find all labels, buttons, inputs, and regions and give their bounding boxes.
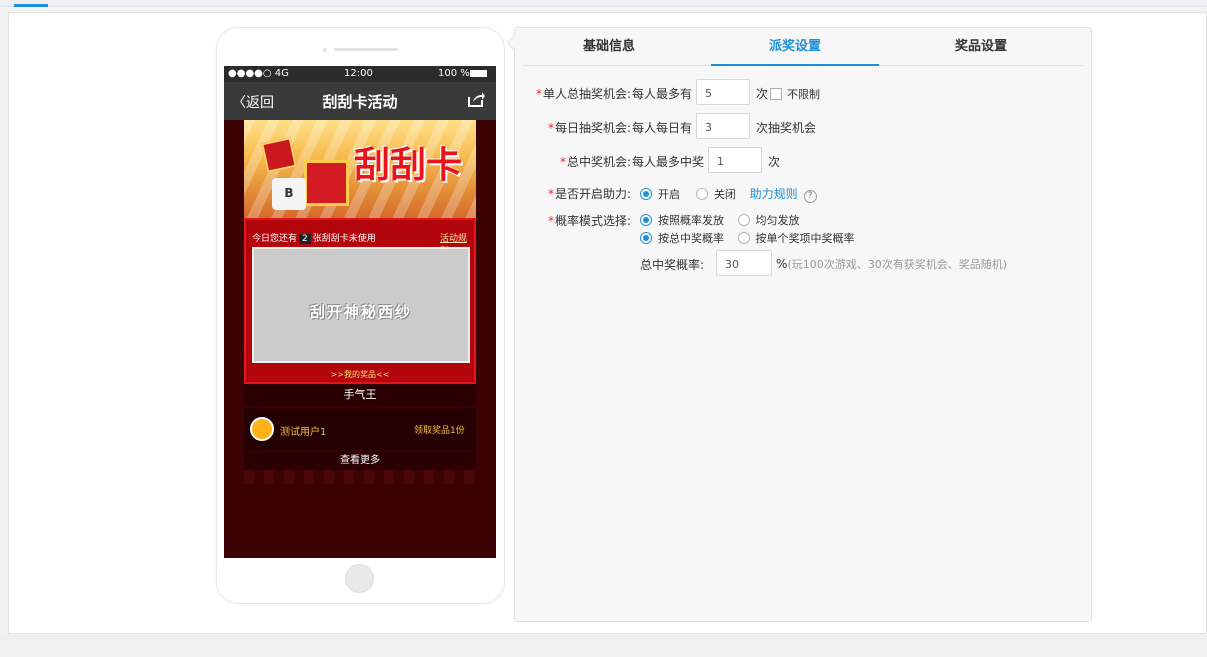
- view-more-button[interactable]: 查看更多: [244, 451, 476, 470]
- assist-label: *是否开启助力:: [548, 187, 632, 201]
- phone-camera: [323, 48, 327, 52]
- phone-navbar: 〈返回 刮刮卡活动: [224, 82, 496, 120]
- carrier-signal: ●●●●○ 4G: [228, 68, 289, 79]
- assist-options: 开启 关闭 助力规则?: [640, 185, 817, 203]
- daily-chance-input[interactable]: 3: [696, 113, 750, 139]
- phone-home-button: [345, 564, 374, 593]
- assist-off-label: 关闭: [713, 188, 736, 201]
- scratch-hint: 刮开神秘西纱: [309, 303, 412, 321]
- prob-mode-radio-rate[interactable]: [640, 214, 652, 226]
- activity-banner: B 刮刮卡: [244, 120, 476, 218]
- battery-icon: [470, 70, 487, 77]
- total-chance-unit: 次: [756, 87, 769, 101]
- winner-name: 测试用户1: [280, 427, 327, 438]
- daily-chance-label: *每日抽奖机会:: [548, 121, 632, 135]
- phone-speaker: [334, 48, 398, 51]
- remaining-suffix: 张刮刮卡未使用: [312, 234, 376, 244]
- total-win-prefix: 每人最多中奖: [632, 155, 705, 169]
- winner-prize: 领取奖品1份: [414, 426, 465, 436]
- tab-basic-info[interactable]: 基础信息: [523, 36, 695, 66]
- activity-title: 刮刮卡活动: [322, 93, 398, 111]
- total-win-label-text: 总中奖机会:: [567, 155, 632, 169]
- prob-mode-radio-single[interactable]: [737, 232, 750, 244]
- prob-mode-total-label: 按总中奖概率: [658, 232, 724, 245]
- daily-chance-label-text: 每日抽奖机会:: [555, 121, 632, 135]
- unlimited-checkbox[interactable]: [770, 88, 783, 100]
- daily-chance-prefix: 每人每日有: [632, 121, 693, 135]
- prob-mode-single-label: 按单个奖项中奖概率: [755, 232, 855, 245]
- total-win-label: *总中奖机会:: [560, 155, 632, 169]
- remaining-count: 2: [299, 234, 311, 244]
- decor-band: [244, 470, 476, 484]
- total-prob-label: 总中奖概率:: [640, 258, 705, 272]
- remaining-info: 今日您还有 2 张刮刮卡未使用: [252, 231, 376, 244]
- mug-icon: B: [272, 178, 306, 210]
- banner-title: 刮刮卡: [354, 144, 463, 186]
- avatar: [250, 417, 274, 441]
- assist-on-label: 开启: [658, 188, 680, 201]
- tab-prize-settings[interactable]: 奖品设置: [895, 36, 1067, 66]
- gift-box-large-icon: [304, 160, 349, 206]
- top-bar: [0, 0, 1207, 7]
- settings-panel: [514, 27, 1092, 622]
- tab-award-settings[interactable]: 派奖设置: [711, 36, 879, 66]
- total-chance-unit-group: 次 不限制: [756, 85, 820, 102]
- prob-mode-radio-even[interactable]: [737, 214, 750, 226]
- total-chance-label-text: 单人总抽奖机会:: [543, 87, 632, 101]
- status-time: 12:00: [344, 68, 373, 79]
- total-prob-input[interactable]: 30: [716, 250, 772, 276]
- total-win-unit: 次: [768, 155, 781, 169]
- total-chance-label: *单人总抽奖机会:: [536, 87, 632, 101]
- prob-mode-label: *概率模式选择:: [548, 214, 632, 228]
- assist-rules-link[interactable]: 助力规则: [750, 187, 798, 201]
- help-icon[interactable]: ?: [803, 190, 817, 203]
- status-bar: ●●●●○ 4G 12:00 100 %: [224, 66, 496, 82]
- gift-box-icon: [261, 137, 297, 173]
- share-icon[interactable]: [467, 91, 485, 111]
- battery-percent: 100 %: [438, 68, 470, 79]
- prob-mode-even-label: 均匀发放: [755, 214, 800, 227]
- total-chance-input[interactable]: 5: [696, 79, 750, 105]
- settings-tabs: 基础信息 派奖设置 奖品设置: [523, 36, 1083, 66]
- top-tab-indicator: [14, 4, 48, 7]
- prob-mode-label-text: 概率模式选择:: [555, 214, 632, 228]
- prob-mode-rate-label: 按照概率发放: [658, 214, 724, 227]
- prob-mode-options-2: 按总中奖概率 按单个奖项中奖概率: [640, 230, 855, 246]
- prob-mode-radio-total[interactable]: [640, 232, 652, 244]
- scratch-surface[interactable]: 刮开神秘西纱: [252, 247, 470, 363]
- prob-mode-options-1: 按照概率发放 均匀发放: [640, 212, 800, 228]
- scratch-card-area: 今日您还有2张刮刮卡未使用 活动规则 刮开神秘西纱 >>我的奖品<<: [244, 218, 476, 384]
- assist-label-text: 是否开启助力:: [555, 187, 632, 201]
- total-chance-prefix: 每人最多有: [632, 87, 693, 101]
- phone-screen: ●●●●○ 4G 12:00 100 % 〈返回 刮刮卡活动 B 刮刮卡 今日您…: [224, 66, 496, 558]
- bottom-bar: [0, 636, 1207, 657]
- total-prob-unit: %: [776, 257, 788, 271]
- total-win-input[interactable]: 1: [708, 147, 762, 173]
- remaining-prefix: 今日您还有: [252, 234, 298, 244]
- assist-on-radio[interactable]: [640, 188, 652, 200]
- daily-chance-unit: 次抽奖机会: [756, 121, 817, 135]
- total-prob-hint: (玩100次游戏、30次有获奖机会、奖品随机): [787, 258, 1007, 271]
- winners-title: 手气王: [244, 384, 476, 406]
- assist-off-radio[interactable]: [695, 188, 708, 200]
- winner-row: 测试用户1 领取奖品1份: [244, 408, 476, 450]
- my-prize-link[interactable]: >>我的奖品<<: [246, 369, 474, 380]
- total-prob-unit-group: %(玩100次游戏、30次有获奖机会、奖品随机): [776, 256, 1007, 272]
- unlimited-label: 不限制: [787, 88, 821, 101]
